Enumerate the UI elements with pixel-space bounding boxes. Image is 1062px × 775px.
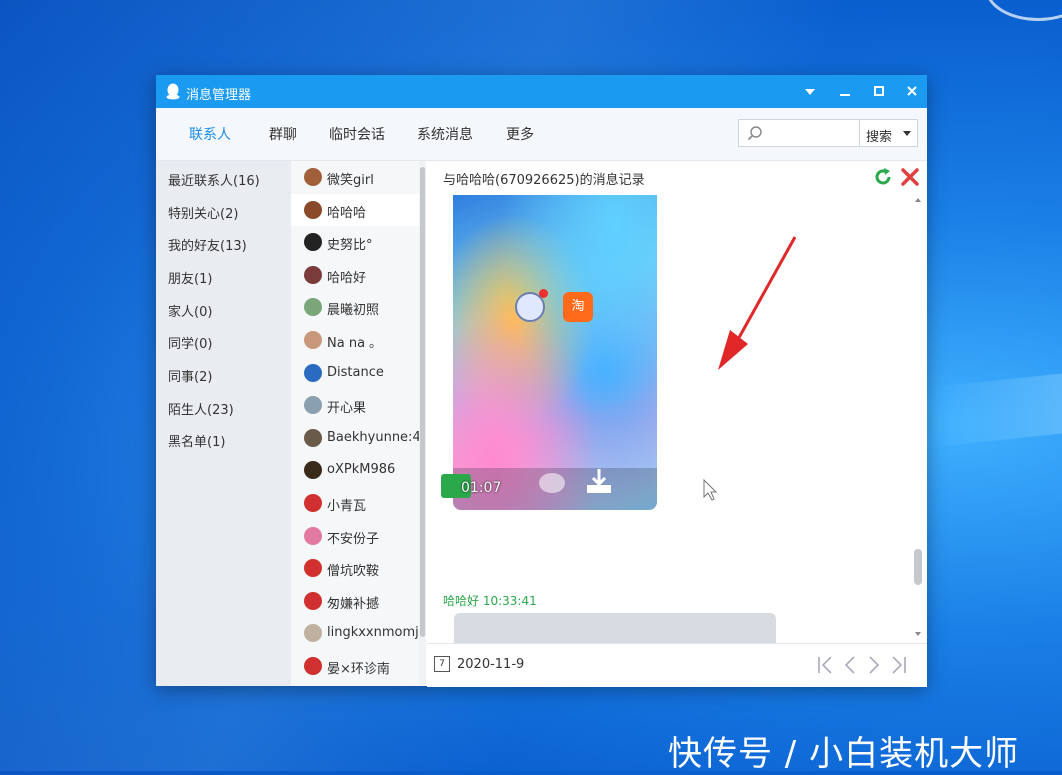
watermark: 快传号 / 小白装机大师 — [668, 734, 1020, 774]
annotation-arrow-head — [718, 330, 748, 370]
annotation-arrow — [703, 236, 797, 501]
annotation-arrow-shaft — [734, 236, 797, 344]
mouse-cursor-icon — [703, 478, 718, 501]
